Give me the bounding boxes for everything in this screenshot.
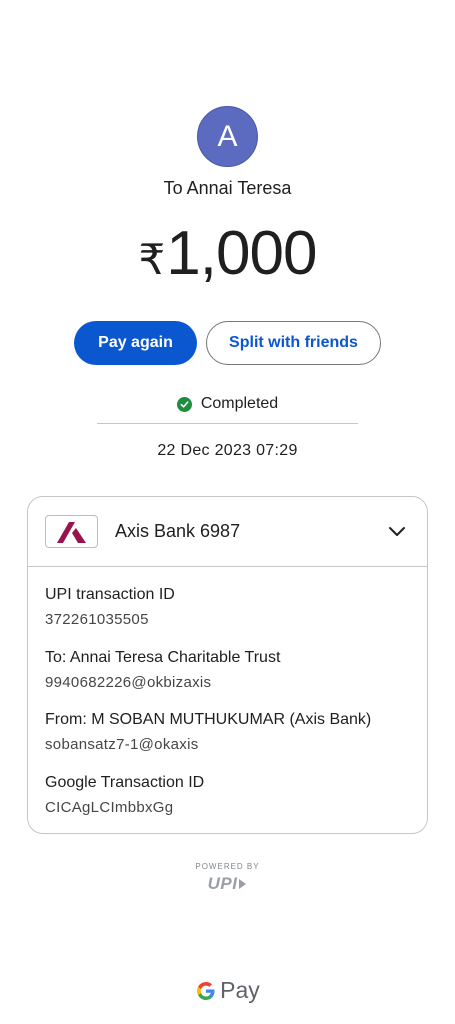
- transaction-datetime: 22 Dec 2023 07:29: [157, 442, 298, 459]
- detail-value: CICAgLCImbbxGg: [45, 799, 174, 816]
- detail-value: sobansatz7-1@okaxis: [45, 736, 199, 753]
- status-text: Completed: [200, 395, 279, 412]
- powered-by-upi: POWERED BY UPI: [0, 862, 455, 894]
- google-g-icon: [197, 981, 215, 1000]
- detail-label: UPI transaction ID: [45, 586, 175, 603]
- avatar-letter: A: [217, 119, 238, 153]
- payment-amount: ₹ 1,000: [0, 218, 455, 289]
- axis-bank-logo: [45, 515, 98, 548]
- divider: [97, 423, 358, 424]
- google-transaction-id: Google Transaction ID CICAgLCImbbxGg: [45, 774, 204, 816]
- check-circle-icon: [176, 396, 192, 412]
- detail-label: From: M SOBAN MUTHUKUMAR (Axis Bank): [45, 711, 372, 728]
- upi-logo-text: UPI: [207, 874, 238, 893]
- powered-by-text: POWERED BY: [195, 862, 260, 871]
- gpay-logo-text: Pay: [220, 977, 260, 1003]
- chevron-down-icon[interactable]: [387, 522, 407, 542]
- upi-transaction-id: UPI transaction ID 372261035505: [45, 586, 175, 628]
- amount-value: 1,000: [166, 219, 317, 288]
- sender-detail: From: M SOBAN MUTHUKUMAR (Axis Bank) sob…: [45, 711, 371, 753]
- detail-value: 9940682226@okbizaxis: [45, 674, 212, 691]
- bank-account-name: Axis Bank 6987: [115, 521, 241, 541]
- google-pay-logo: Pay: [0, 977, 455, 1004]
- recipient-title: To Annai Teresa: [163, 178, 292, 198]
- split-with-friends-button[interactable]: Split with friends: [206, 321, 381, 365]
- status-row: Completed: [0, 395, 455, 413]
- detail-label: To: Annai Teresa Charitable Trust: [45, 649, 281, 666]
- bank-account-row[interactable]: Axis Bank 6987: [28, 497, 427, 567]
- recipient-avatar: A: [197, 106, 258, 167]
- currency-symbol: ₹: [138, 236, 166, 283]
- recipient-detail: To: Annai Teresa Charitable Trust 994068…: [45, 649, 280, 691]
- upi-logo: UPI: [208, 874, 248, 894]
- upi-arrow-icon: [239, 879, 247, 889]
- pay-again-button[interactable]: Pay again: [74, 321, 197, 365]
- detail-value: 372261035505: [45, 611, 149, 628]
- transaction-details-card: Axis Bank 6987 UPI transaction ID 372261…: [27, 496, 428, 834]
- transaction-details-screen: A To Annai Teresa ₹ 1,000 Pay again Spli…: [0, 0, 455, 1024]
- detail-label: Google Transaction ID: [45, 774, 205, 791]
